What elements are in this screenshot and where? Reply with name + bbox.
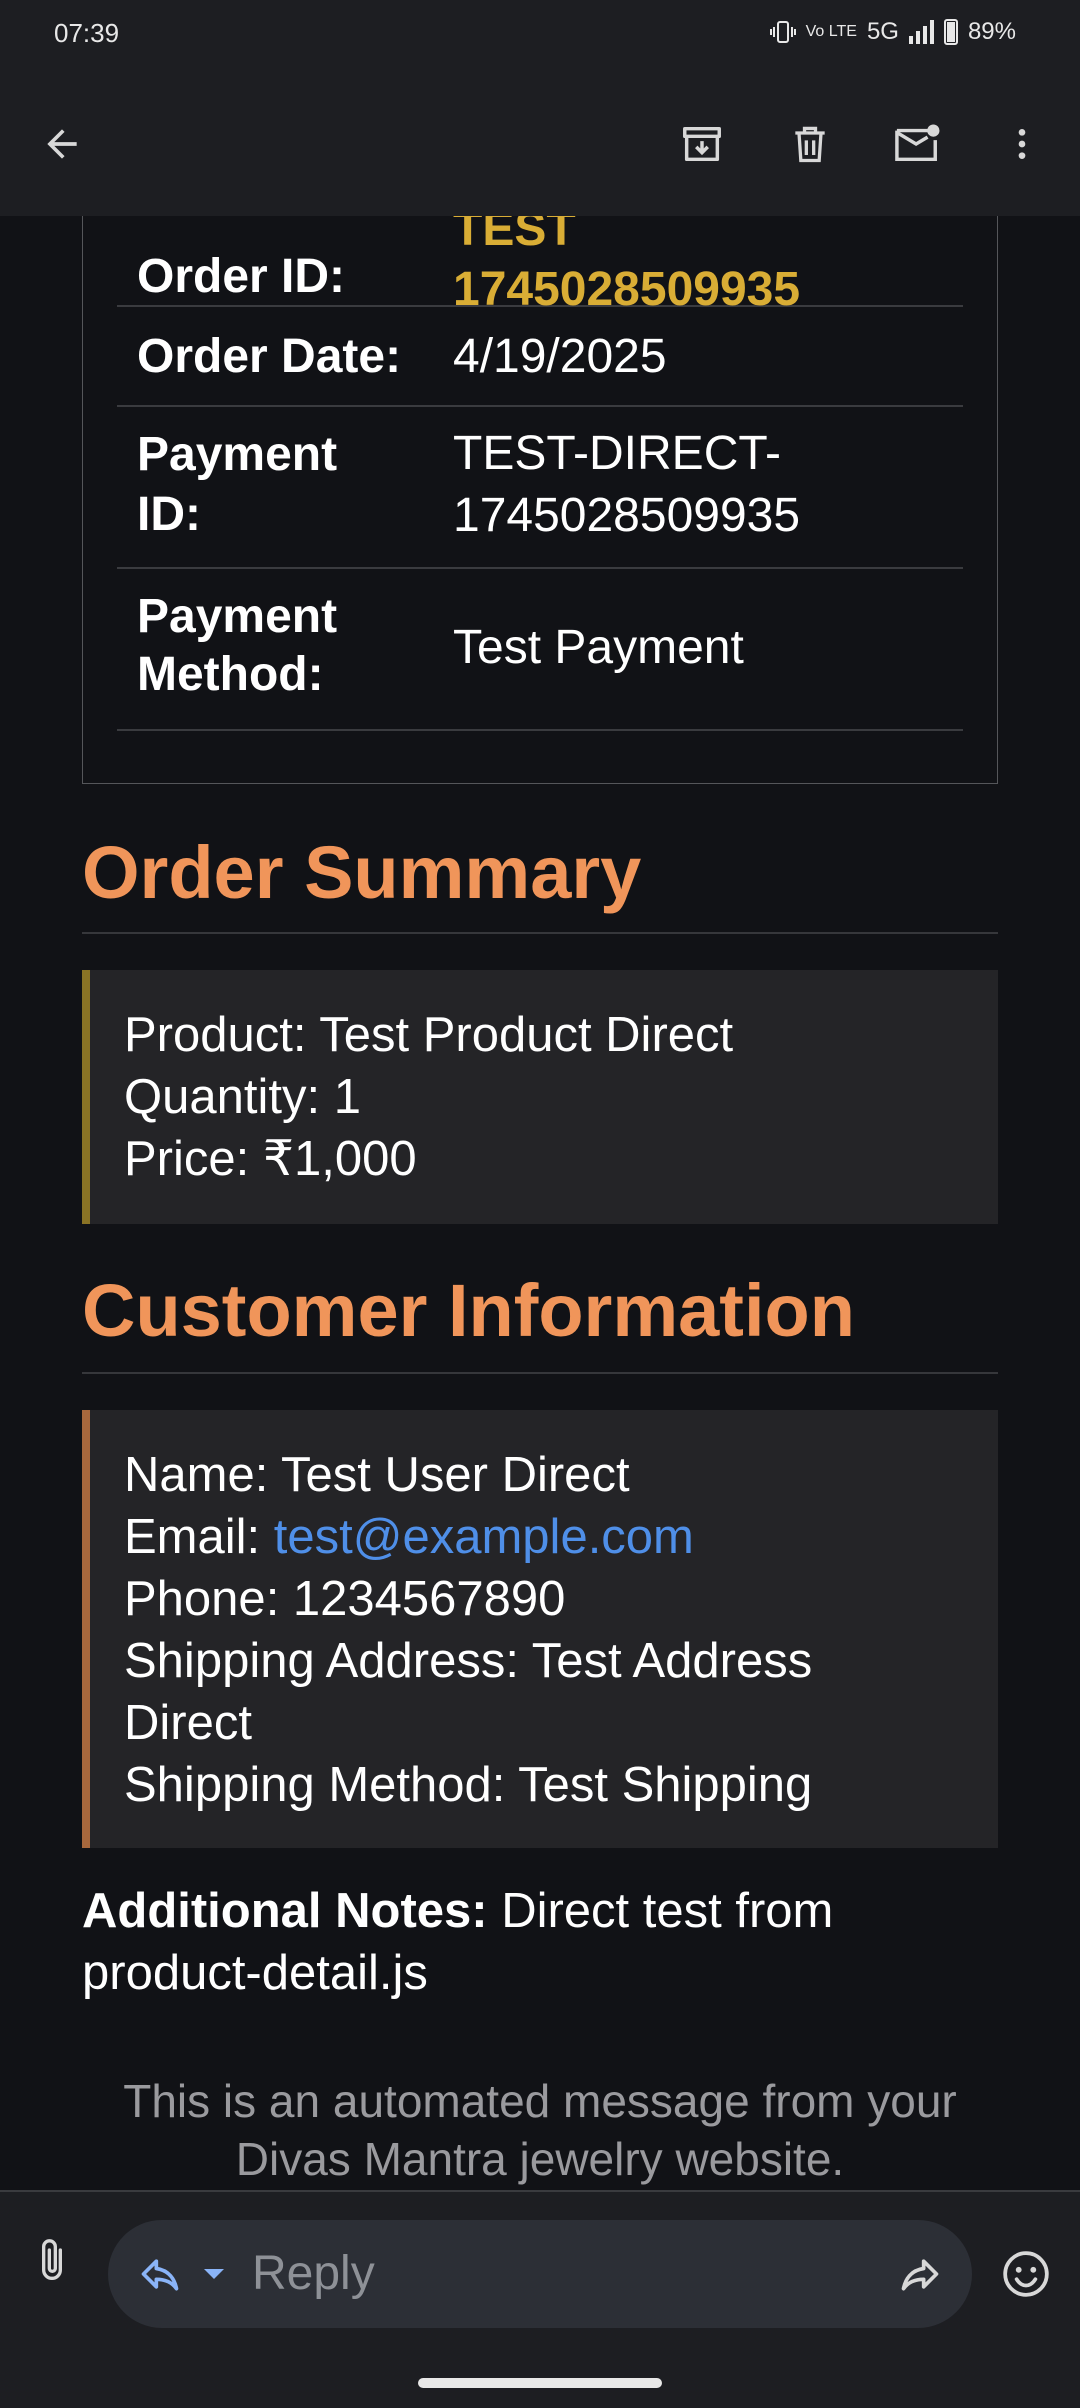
battery-icon <box>943 19 958 45</box>
forward-icon[interactable] <box>898 2252 942 2296</box>
app-bar <box>0 72 1080 216</box>
order-summary-card: Product: Test Product Direct Quantity: 1… <box>82 970 998 1224</box>
status-bar: 07:39 Vo LTE 5G 89% <box>0 0 1080 72</box>
payment-id-row: Payment ID: TEST-DIRECT- 1745028509935 <box>117 407 963 569</box>
volte-indicator: Vo LTE <box>805 23 857 40</box>
quantity-line: Quantity: 1 <box>124 1070 361 1124</box>
email-label: Email: <box>124 1510 274 1564</box>
payment-id-label-line2: ID: <box>137 488 201 541</box>
order-summary-heading: Order Summary <box>82 831 642 914</box>
battery-level: 89% <box>967 18 1016 45</box>
email-link[interactable]: test@example.com <box>274 1510 694 1564</box>
signal-icon <box>908 20 934 44</box>
divider <box>82 932 998 934</box>
payment-method-label-line1: Payment <box>137 590 338 643</box>
payment-method-value: Test Payment <box>453 621 744 674</box>
email-body: Order ID: TEST 1745028509935 Order Date:… <box>0 216 1080 2192</box>
order-id-label: Order ID: <box>137 250 346 303</box>
order-details-table: Order ID: TEST 1745028509935 Order Date:… <box>82 216 998 784</box>
reply-placeholder: Reply <box>252 2247 375 2300</box>
emoji-icon[interactable] <box>994 2242 1058 2306</box>
payment-method-label-line2: Method: <box>137 648 324 701</box>
order-date-label: Order Date: <box>137 330 402 383</box>
status-time: 07:39 <box>54 18 120 48</box>
customer-info-heading: Customer Information <box>82 1269 855 1352</box>
reply-options-chevron-down-icon[interactable] <box>202 2266 226 2282</box>
divider <box>82 1372 998 1374</box>
order-date-row: Order Date: 4/19/2025 <box>117 307 963 407</box>
automated-message-footer: This is an automated message from your D… <box>123 2075 957 2185</box>
network-type: 5G <box>866 18 899 45</box>
customer-name: Name: Test User Direct <box>124 1448 630 1502</box>
payment-id-value-line2: 1745028509935 <box>453 489 801 542</box>
shipping-address-line2: Direct <box>124 1696 252 1750</box>
additional-notes: Additional Notes: Direct test from produ… <box>82 1880 998 2004</box>
home-indicator[interactable] <box>418 2378 662 2388</box>
customer-info-card: Name: Test User Direct Email: test@examp… <box>82 1410 998 1848</box>
mark-unread-icon[interactable] <box>886 112 950 176</box>
order-id-value-line1: TEST <box>453 216 576 256</box>
product-line: Product: Test Product Direct <box>124 1008 734 1062</box>
vibrate-icon <box>769 21 796 43</box>
reply-icon[interactable] <box>138 2252 182 2296</box>
archive-icon[interactable] <box>670 112 734 176</box>
reply-input[interactable]: Reply <box>108 2220 972 2328</box>
order-date-value: 4/19/2025 <box>453 330 667 383</box>
delete-icon[interactable] <box>778 112 842 176</box>
customer-phone: Phone: 1234567890 <box>124 1572 566 1626</box>
attachment-icon[interactable] <box>20 2228 84 2292</box>
more-vert-icon[interactable] <box>990 112 1054 176</box>
payment-id-label-line1: Payment <box>137 428 338 481</box>
back-arrow-icon[interactable] <box>30 112 94 176</box>
payment-id-value-line1: TEST-DIRECT- <box>453 427 782 480</box>
customer-email-line: Email: test@example.com <box>124 1506 998 1568</box>
shipping-method: Shipping Method: Test Shipping <box>124 1758 813 1812</box>
notes-label: Additional Notes: <box>82 1884 488 1938</box>
price-line: Price: ₹1,000 <box>124 1132 417 1186</box>
reply-bar: Reply <box>0 2190 1080 2408</box>
payment-method-row: Payment Method: Test Payment <box>117 569 963 731</box>
status-icons: Vo LTE 5G 89% <box>769 18 1016 46</box>
shipping-address-line1: Shipping Address: Test Address <box>124 1634 813 1688</box>
order-id-row: Order ID: TEST 1745028509935 <box>117 216 963 316</box>
